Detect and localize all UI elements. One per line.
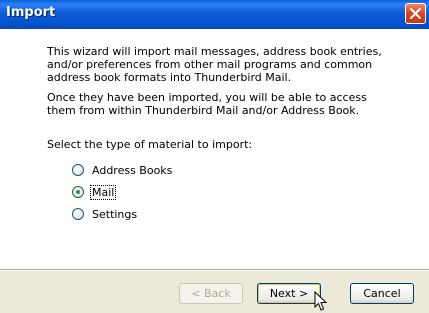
radio-button[interactable] — [72, 208, 84, 220]
radio-label[interactable]: Address Books — [91, 164, 173, 177]
close-icon — [410, 8, 421, 19]
cancel-button[interactable]: Cancel — [350, 283, 414, 304]
radio-mail[interactable]: Mail — [72, 184, 117, 200]
mouse-pointer-icon — [314, 291, 328, 311]
radio-button-selected[interactable] — [72, 186, 84, 198]
import-type-prompt: Select the type of material to import: — [47, 138, 253, 151]
button-area-divider — [0, 269, 429, 271]
radio-selected-dot — [76, 190, 80, 194]
radio-label[interactable]: Settings — [91, 208, 138, 221]
import-dialog: Import This wizard will import mail mess… — [0, 0, 429, 313]
title-bar[interactable]: Import — [0, 0, 429, 29]
intro-text-followup: Once they have been imported, you will b… — [47, 91, 367, 117]
radio-label[interactable]: Mail — [89, 184, 117, 200]
intro-text: This wizard will import mail messages, a… — [47, 45, 382, 84]
window-title: Import — [6, 5, 56, 20]
next-button[interactable]: Next > — [257, 283, 321, 304]
radio-settings[interactable]: Settings — [72, 206, 138, 222]
back-button[interactable]: < Back — [179, 283, 243, 304]
radio-address-books[interactable]: Address Books — [72, 162, 173, 178]
close-button[interactable] — [405, 3, 426, 24]
wizard-content: This wizard will import mail messages, a… — [0, 29, 429, 269]
radio-button[interactable] — [72, 164, 84, 176]
